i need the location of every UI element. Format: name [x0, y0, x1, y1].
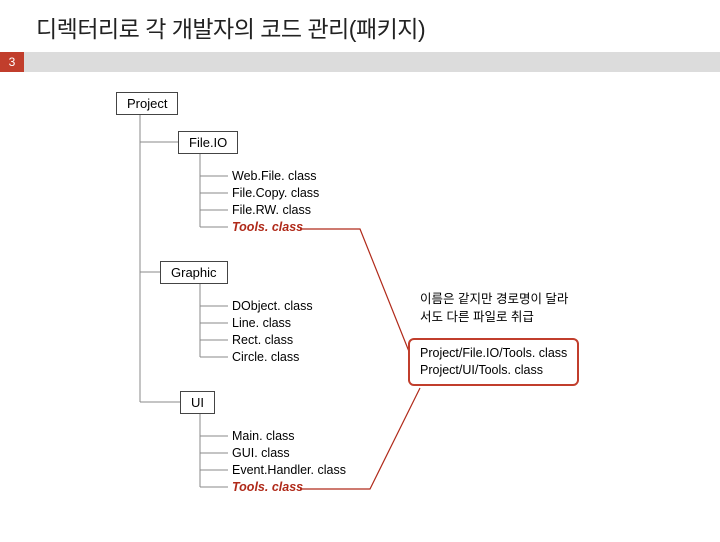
file-filerw: File.RW. class	[232, 202, 311, 219]
tree-node-ui: UI	[180, 391, 215, 414]
file-filecopy: File.Copy. class	[232, 185, 319, 202]
tree-node-graphic: Graphic	[160, 261, 228, 284]
callout-line1: 이름은 같지만 경로명이 달라	[420, 290, 568, 308]
file-circle: Circle. class	[232, 349, 299, 366]
file-dobject: DObject. class	[232, 298, 313, 315]
callout-line2: 서도 다른 파일로 취급	[420, 308, 568, 326]
file-rect: Rect. class	[232, 332, 293, 349]
path-fileio-tools: Project/File.IO/Tools. class	[420, 345, 567, 362]
callout-note: 이름은 같지만 경로명이 달라 서도 다른 파일로 취급	[420, 290, 568, 326]
file-tools-fileio: Tools. class	[232, 219, 303, 236]
tree-node-fileio: File.IO	[178, 131, 238, 154]
paths-callout-box: Project/File.IO/Tools. class Project/UI/…	[408, 338, 579, 386]
header-band-fill	[24, 52, 720, 72]
file-line: Line. class	[232, 315, 291, 332]
header-band: 3	[0, 52, 720, 72]
file-gui: GUI. class	[232, 445, 290, 462]
file-eventhandler: Event.Handler. class	[232, 462, 346, 479]
path-ui-tools: Project/UI/Tools. class	[420, 362, 567, 379]
file-webfile: Web.File. class	[232, 168, 317, 185]
tree-node-project: Project	[116, 92, 178, 115]
tools-link-lines	[0, 72, 720, 542]
slide-title: 디렉터리로 각 개발자의 코드 관리(패키지)	[0, 0, 720, 52]
file-main: Main. class	[232, 428, 295, 445]
package-tree-diagram: Project File.IO Web.File. class File.Cop…	[0, 72, 720, 542]
tree-connector-lines	[0, 72, 720, 542]
file-tools-ui: Tools. class	[232, 479, 303, 496]
slide-number-badge: 3	[0, 52, 24, 72]
